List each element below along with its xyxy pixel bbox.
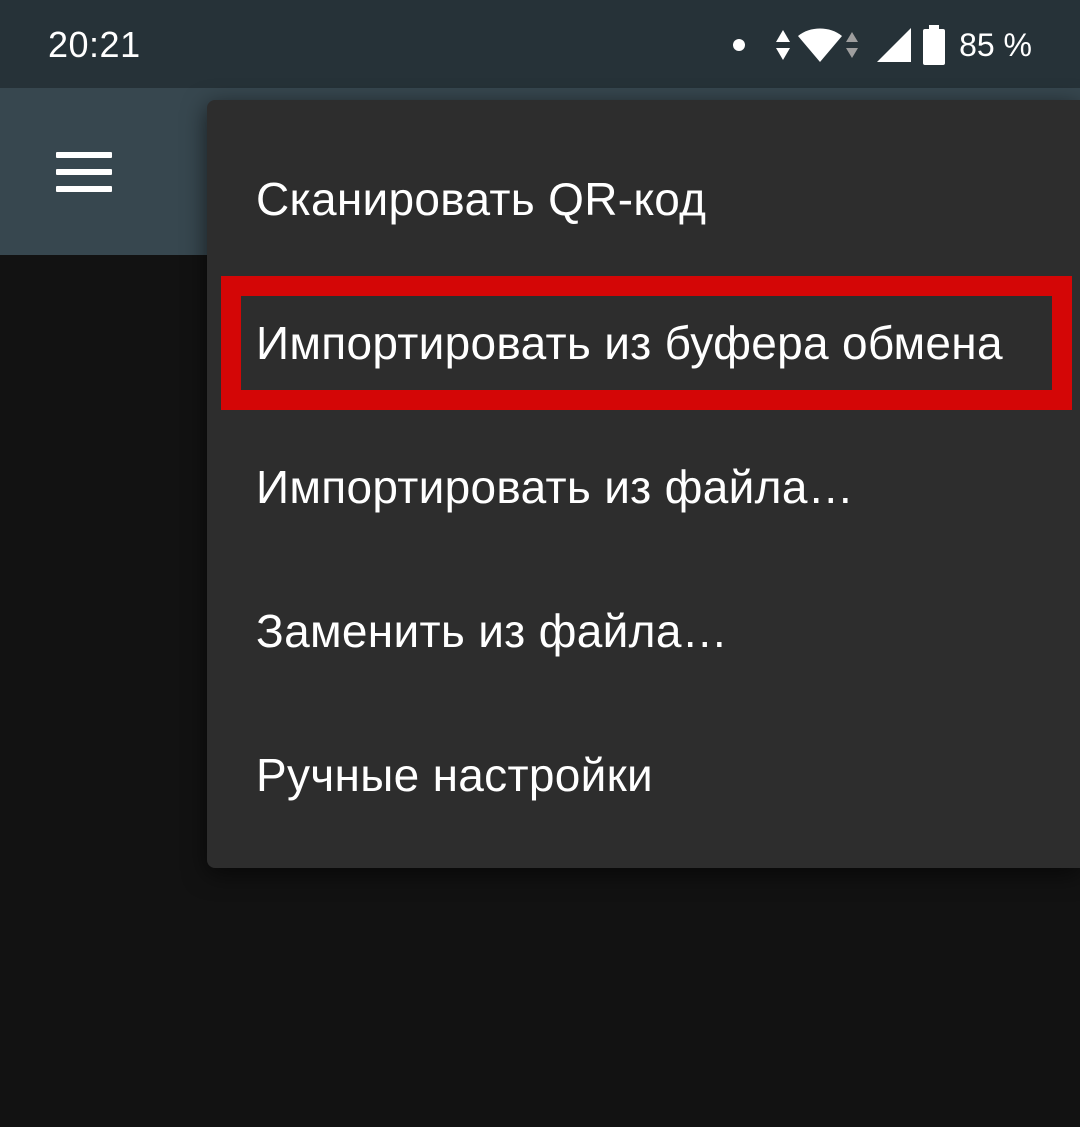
menu-line — [56, 169, 112, 175]
status-icons: 85 % — [733, 20, 1032, 70]
wifi-activity-icon — [845, 30, 859, 60]
menu-line — [56, 152, 112, 158]
status-bar: 20:21 85 % — [0, 0, 1080, 88]
menu-item-replace-file[interactable]: Заменить из файла… — [207, 559, 1080, 703]
data-activity-icon — [775, 28, 791, 62]
status-time: 20:21 — [48, 24, 141, 65]
wifi-icon — [797, 26, 843, 64]
screen: 20:21 85 % Сканировать QR-код Импортиров… — [0, 0, 1080, 1127]
menu-item-manual-settings[interactable]: Ручные настройки — [207, 703, 1080, 847]
menu-line — [56, 186, 112, 192]
menu-item-import-clipboard[interactable]: Импортировать из буфера обмена — [207, 271, 1080, 415]
overflow-menu: Сканировать QR-код Импортировать из буфе… — [207, 100, 1080, 868]
menu-item-scan-qr[interactable]: Сканировать QR-код — [207, 127, 1080, 271]
menu-item-import-file[interactable]: Импортировать из файла… — [207, 415, 1080, 559]
notification-dot-icon — [733, 39, 746, 51]
hamburger-menu-icon[interactable] — [56, 152, 112, 192]
battery-percent: 85 % — [959, 26, 1032, 63]
battery-icon — [923, 25, 946, 65]
cellular-signal-icon — [877, 28, 912, 62]
